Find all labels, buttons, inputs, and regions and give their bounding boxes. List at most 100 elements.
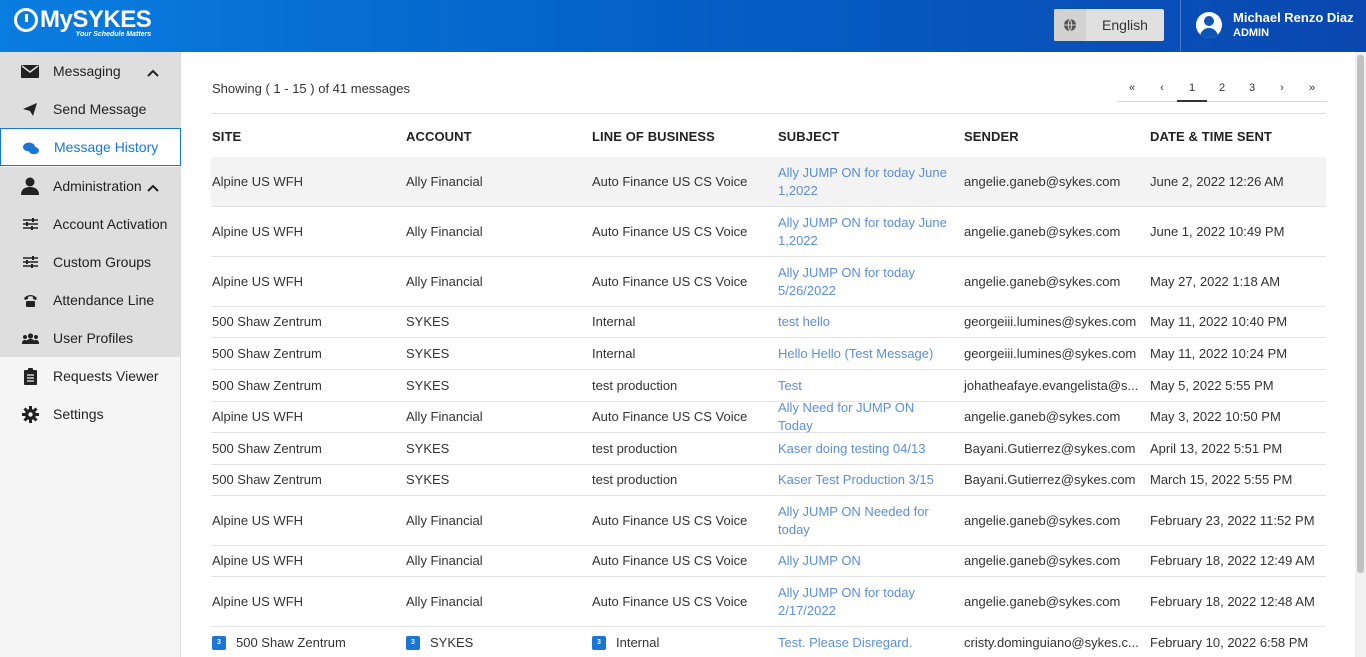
last-page-button[interactable]: » — [1297, 75, 1327, 102]
user-menu[interactable]: Michael Renzo Diaz ADMIN — [1180, 0, 1366, 52]
cell-text: Internal — [592, 314, 636, 329]
sidebar-item-send-message[interactable]: Send Message — [0, 90, 181, 128]
cell-text: Ally JUMP ON for today June 1,2022 — [778, 214, 947, 248]
cell-account: SYKES — [406, 338, 449, 369]
table-row[interactable]: Alpine US WFH Ally Financial Auto Finance … — [211, 157, 1326, 207]
table-row[interactable]: 500 Shaw Zentrum SYKES Internal Hello Hello… — [211, 338, 1326, 370]
cell-site: Alpine US WFH — [212, 546, 303, 576]
cell-site: Alpine US WFH — [212, 496, 303, 545]
cell-text: February 18, 2022 12:49 AM — [1150, 553, 1315, 568]
mysykes-logo[interactable]: MySYKES Your Schedule Matters — [14, 7, 152, 38]
cell-text: Alpine US WFH — [212, 512, 304, 528]
cell-lob: Auto Finance US CS Voice — [592, 157, 747, 206]
cell-text: Auto Finance US CS Voice — [592, 512, 748, 528]
cell-account: Ally Financial — [406, 577, 483, 626]
column-header-sender[interactable]: SENDER — [964, 129, 1019, 144]
sidebar-item-settings[interactable]: Settings — [0, 395, 181, 433]
cell-sender: angelie.ganeb@sykes.com — [964, 496, 1144, 545]
scrollbar[interactable] — [1355, 52, 1366, 657]
table-row[interactable]: Alpine US WFH Ally Financial Auto Finance … — [211, 400, 1326, 433]
table-row[interactable]: 500 Shaw Zentrum SYKES test production Kase… — [211, 465, 1326, 496]
table-row[interactable]: Alpine US WFH Ally Financial Auto Finance … — [211, 546, 1326, 577]
chevron-up-icon — [147, 65, 159, 80]
cell-text: Ally Financial — [406, 409, 483, 424]
language-button[interactable]: English — [1054, 9, 1164, 41]
cell-text: April 13, 2022 5:51 PM — [1150, 440, 1283, 456]
cell-text: 500 Shaw Zentrum — [212, 345, 322, 361]
cell-text: 500 Shaw Zentrum — [212, 472, 322, 487]
column-header-site[interactable]: SITE — [212, 129, 241, 144]
cell-text: angelie.ganeb@sykes.com — [964, 223, 1121, 239]
cell-sender: angelie.ganeb@sykes.com — [964, 257, 1144, 306]
cell-text: SYKES — [406, 314, 450, 329]
cell-text: test production — [592, 472, 678, 487]
table-row[interactable]: Alpine US WFH Ally Financial Auto Finance … — [211, 496, 1326, 546]
cell-text: Internal — [592, 345, 636, 361]
cell-text: Ally Financial — [406, 223, 483, 239]
cell-subject[interactable]: Ally JUMP ON for today 2/17/2022 — [778, 577, 950, 626]
sidebar-item-label: Account Activation — [53, 216, 168, 232]
next-page-button[interactable]: › — [1267, 75, 1297, 102]
cell-text: Ally Financial — [406, 173, 483, 189]
cell-text: Ally Financial — [406, 273, 483, 289]
cell-lob: Auto Finance US CS Voice — [592, 402, 747, 432]
cell-subject[interactable]: Ally JUMP ON Needed for today — [778, 496, 950, 545]
cell-text: Ally JUMP ON for today June 1,2022 — [778, 164, 947, 198]
table-row[interactable]: 500 Shaw Zentrum SYKES Internal test hello g… — [211, 307, 1326, 338]
scrollbar-thumb[interactable] — [1357, 55, 1364, 573]
sliders-icon — [20, 216, 40, 232]
page-3-button[interactable]: 3 — [1237, 75, 1267, 102]
cell-text: SYKES — [430, 634, 474, 650]
cell-sender: Bayani.Gutierrez@sykes.com — [964, 465, 1144, 495]
cell-lob: test production — [592, 465, 677, 495]
cell-subject[interactable]: test hello — [778, 307, 950, 337]
cell-subject[interactable]: Hello Hello (Test Message) — [778, 338, 950, 369]
page-1-button[interactable]: 1 — [1177, 75, 1207, 102]
cell-account: Ally Financial — [406, 257, 483, 306]
cell-text: Bayani.Gutierrez@sykes.com — [964, 440, 1136, 456]
table-row[interactable]: Alpine US WFH Ally Financial Auto Finance … — [211, 577, 1326, 627]
table-row[interactable]: 3 500 Shaw Zentrum 3 SYKES 3 Internal Test. Pl… — [211, 627, 1326, 657]
cell-subject[interactable]: Ally JUMP ON — [778, 546, 950, 576]
prev-page-button[interactable]: ‹ — [1147, 75, 1177, 102]
cell-subject[interactable]: Ally Need for JUMP ON Today — [778, 400, 950, 433]
cell-subject[interactable]: Ally JUMP ON for today June 1,2022 — [778, 207, 950, 256]
cell-account: Ally Financial — [406, 496, 483, 545]
cell-text: Auto Finance US CS Voice — [592, 409, 748, 424]
column-header-subject[interactable]: SUBJECT — [778, 129, 839, 144]
sidebar-item-custom-groups[interactable]: Custom Groups — [0, 243, 181, 281]
sidebar-item-administration[interactable]: Administration — [0, 167, 181, 205]
sidebar-item-message-history[interactable]: Message History — [0, 128, 181, 166]
cell-subject[interactable]: Kaser doing testing 04/13 — [778, 433, 950, 464]
table-row[interactable]: Alpine US WFH Ally Financial Auto Finance … — [211, 257, 1326, 307]
cell-subject[interactable]: Test — [778, 370, 950, 401]
cell-date: May 11, 2022 10:24 PM — [1150, 338, 1287, 369]
column-header-line-of-business[interactable]: LINE OF BUSINESS — [592, 129, 715, 144]
cell-subject[interactable]: Test. Please Disregard. — [778, 627, 950, 657]
sidebar-item-attendance-line[interactable]: Attendance Line — [0, 281, 181, 319]
language-label: English — [1102, 17, 1148, 33]
cell-subject[interactable]: Kaser Test Production 3/15 — [778, 465, 950, 495]
cell-text: Alpine US WFH — [212, 593, 304, 609]
cell-text: Internal — [616, 634, 660, 650]
cell-subject[interactable]: Ally JUMP ON for today June 1,2022 — [778, 157, 950, 206]
column-header-account[interactable]: ACCOUNT — [406, 129, 472, 144]
cell-subject[interactable]: Ally JUMP ON for today 5/26/2022 — [778, 257, 950, 306]
table-row[interactable]: 500 Shaw Zentrum SYKES test production Kase… — [211, 433, 1326, 465]
sidebar-item-messaging[interactable]: Messaging — [0, 52, 181, 90]
sidebar-item-user-profiles[interactable]: User Profiles — [0, 319, 181, 357]
table-row[interactable]: 500 Shaw Zentrum SYKES test production Test… — [211, 370, 1326, 402]
sidebar: Messaging Send Message Message History A… — [0, 52, 181, 657]
cell-text: February 10, 2022 6:58 PM — [1150, 634, 1309, 650]
sidebar-item-account-activation[interactable]: Account Activation — [0, 205, 181, 243]
table-row[interactable]: Alpine US WFH Ally Financial Auto Finance … — [211, 207, 1326, 257]
cell-text: March 15, 2022 5:55 PM — [1150, 472, 1293, 487]
sidebar-item-requests-viewer[interactable]: Requests Viewer — [0, 357, 181, 395]
column-header-date-time-sent[interactable]: DATE & TIME SENT — [1150, 129, 1272, 144]
cell-text: Bayani.Gutierrez@sykes.com — [964, 472, 1136, 487]
page-2-button[interactable]: 2 — [1207, 75, 1237, 102]
cell-date: May 11, 2022 10:40 PM — [1150, 307, 1287, 337]
sliders-icon — [20, 254, 40, 270]
first-page-button[interactable]: « — [1117, 75, 1147, 102]
cell-text: johatheafaye.evangelista@s... — [964, 377, 1139, 393]
